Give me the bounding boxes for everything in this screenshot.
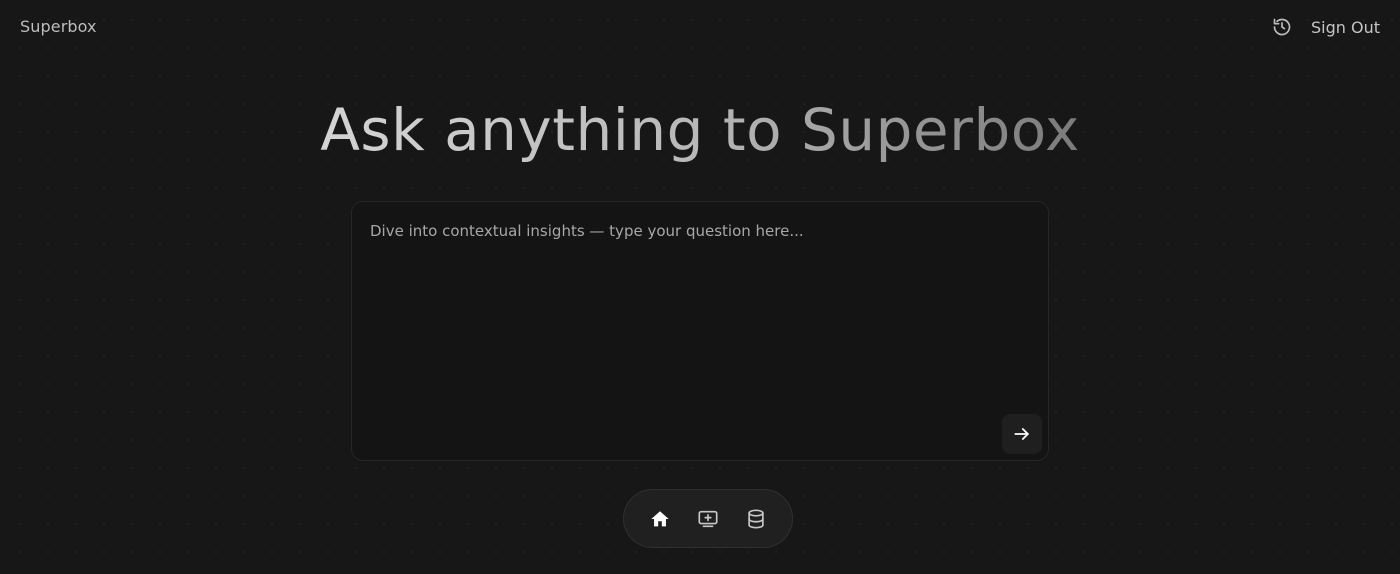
- dock-add-source-button[interactable]: [696, 507, 720, 531]
- headline-container: Ask anything to Superbox: [0, 92, 1400, 168]
- page-title: Ask anything to Superbox: [320, 92, 1080, 168]
- sign-out-button[interactable]: Sign Out: [1311, 18, 1380, 37]
- history-icon: [1273, 18, 1291, 36]
- dock-database-button[interactable]: [744, 507, 768, 531]
- header-actions: Sign Out: [1271, 16, 1380, 38]
- ask-panel: [351, 201, 1049, 461]
- database-icon: [748, 508, 764, 529]
- arrow-right-icon: [1014, 428, 1029, 440]
- app-page: Superbox Sign Out Ask anything to Superb…: [0, 0, 1400, 574]
- history-button[interactable]: [1271, 16, 1293, 38]
- bottom-dock: [623, 489, 793, 548]
- monitor-plus-icon: [698, 510, 718, 527]
- home-icon: [651, 510, 669, 526]
- brand-logo-text[interactable]: Superbox: [20, 17, 97, 36]
- question-input[interactable]: [368, 220, 1012, 404]
- send-button[interactable]: [1002, 414, 1042, 454]
- dock-home-button[interactable]: [648, 507, 672, 531]
